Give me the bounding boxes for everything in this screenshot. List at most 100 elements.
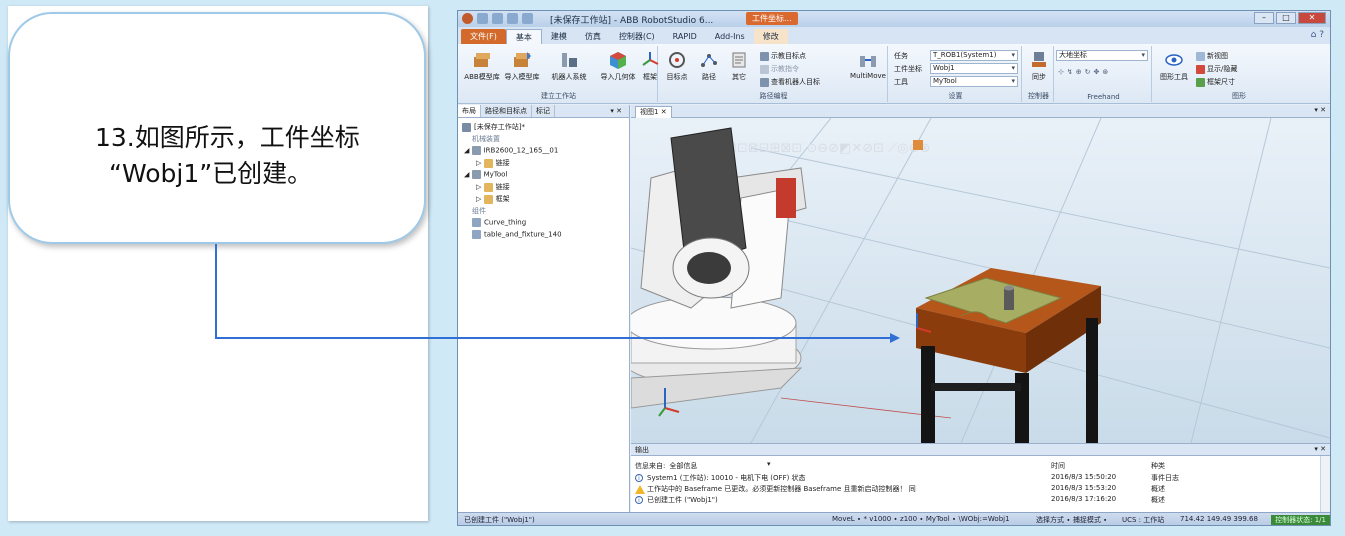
app-orb-icon[interactable] — [462, 13, 473, 24]
task-select[interactable]: T_ROB1(System1) — [930, 50, 1018, 61]
tab-modeling[interactable]: 建模 — [542, 29, 576, 44]
info-icon: i — [635, 496, 643, 504]
tree-node-frames[interactable]: ▷ 框架 — [476, 194, 510, 204]
output-close-icon[interactable]: ▾ ✕ — [1314, 445, 1326, 453]
graphics-tools-button[interactable]: 图形工具 — [1156, 50, 1192, 82]
ribbon: ABB模型库 导入模型库 机器人系统 导入几何体 框架 建立工作站 目标点 路径… — [458, 44, 1330, 104]
status-move-settings[interactable]: MoveL ∙ * v1000 ∙ z100 ∙ MyTool ∙ \WObj:… — [832, 515, 1010, 523]
folder-icon — [483, 182, 493, 192]
undo-icon[interactable] — [492, 13, 503, 24]
tab-home[interactable]: 基本 — [505, 29, 542, 44]
group-graphics: 图形工具 新视图 显示/隐藏 框架尺寸 图形 — [1154, 46, 1324, 102]
output-row[interactable]: i 已创建工件 ("Wobj1") 2016/8/3 17:16:20 概述 — [631, 495, 1330, 506]
tab-layout[interactable]: 布局 — [458, 105, 481, 117]
other-button[interactable]: 其它 — [722, 50, 756, 82]
group-build-station: ABB模型库 导入模型库 机器人系统 导入几何体 框架 建立工作站 — [460, 46, 659, 102]
station-icon — [462, 122, 471, 132]
robot-system-icon — [562, 53, 577, 67]
tree-node-robot[interactable]: ◢ IRB2600_12_165__01 — [464, 146, 558, 155]
abb-library-button[interactable]: ABB模型库 — [462, 50, 502, 82]
tree-node-mytool[interactable]: ◢ MyTool — [464, 170, 507, 179]
view-pane-menu-icon[interactable]: ▾ ✕ — [1314, 106, 1326, 114]
tab-tags[interactable]: 标记 — [532, 105, 555, 117]
redo-icon[interactable] — [507, 13, 518, 24]
tab-modify[interactable]: 修改 — [753, 29, 788, 44]
teach-instruction-button[interactable]: 示教指令 — [760, 64, 799, 74]
new-view-button[interactable]: 新视图 — [1196, 51, 1228, 61]
tab-rapid[interactable]: RAPID — [664, 29, 706, 44]
output-title: 输出 — [635, 446, 649, 454]
view-toolbar[interactable]: ⊞⊡⊠⊟⊞⊠⊡ ⊙⊖⊘◩✕⊘⊡ ⟋◎⊕⊗ — [726, 141, 930, 156]
tool-label: 工具 — [894, 78, 908, 86]
group-label-graphics: 图形 — [1232, 92, 1246, 100]
target-button[interactable]: 目标点 — [660, 50, 694, 82]
output-row[interactable]: i System1 (工作站): 10010 - 电机下电 (OFF) 状态 2… — [631, 473, 1330, 484]
tab-view1[interactable]: 视图1 ✕ — [635, 106, 672, 118]
workobject-select[interactable]: Wobj1 — [930, 63, 1018, 74]
robot-icon — [471, 146, 481, 155]
frame-button[interactable]: 框架 — [638, 50, 662, 82]
robot-system-button[interactable]: 机器人系统 — [546, 50, 592, 82]
window-title: [未保存工作站] - ABB RobotStudio 6... — [550, 16, 714, 26]
help-icon[interactable]: ⌂ ? — [1311, 30, 1324, 40]
group-controller: 同步 控制器 — [1024, 46, 1054, 102]
quick-access-toolbar — [462, 13, 533, 24]
frame-size-button[interactable]: 框架尺寸 — [1196, 77, 1235, 87]
tree-node-station[interactable]: [未保存工作站]* — [462, 122, 525, 132]
save-icon[interactable] — [477, 13, 488, 24]
task-label: 任务 — [894, 52, 908, 60]
multimove-icon — [860, 56, 876, 67]
show-hide-button[interactable]: 显示/隐藏 — [1196, 64, 1237, 74]
tab-controller[interactable]: 控制器(C) — [610, 29, 664, 44]
callout-line-2: “Wobj1”已创建。 — [109, 159, 313, 188]
output-filter[interactable]: 信息来自: 全部信息 — [635, 461, 697, 471]
minimize-button[interactable]: – — [1254, 12, 1274, 24]
group-path-programming: 目标点 路径 其它 示教目标点 示教指令 查看机器人目标 MultiMove 路… — [660, 46, 888, 102]
tab-simulation[interactable]: 仿真 — [576, 29, 610, 44]
path-button[interactable]: 路径 — [692, 50, 726, 82]
col-time-header: 时间 — [1051, 462, 1065, 470]
multimove-button[interactable]: MultiMove — [846, 50, 890, 80]
part-icon — [472, 218, 481, 227]
tab-addins[interactable]: Add-Ins — [706, 29, 754, 44]
window-controls: – □ ✕ — [1254, 12, 1326, 24]
status-bar: 已创建工件 ("Wobj1") MoveL ∙ * v1000 ∙ z100 ∙… — [458, 512, 1330, 525]
group-label-freehand: Freehand — [1087, 93, 1120, 101]
tree-node-curve-thing[interactable]: Curve_thing — [472, 218, 526, 227]
import-library-button[interactable]: 导入模型库 — [502, 50, 542, 82]
tree-node-table-fixture[interactable]: table_and_fixture_140 — [472, 230, 562, 239]
cube-icon — [610, 52, 626, 69]
reference-frame-select[interactable]: 大地坐标 — [1056, 50, 1148, 61]
snap-icon[interactable] — [913, 140, 923, 150]
tree-node-robot-links[interactable]: ▷ 链接 — [476, 158, 510, 168]
freehand-tools[interactable]: ⊹↯⊕↻✥⊛ — [1058, 68, 1111, 76]
teach-target-button[interactable]: 示教目标点 — [760, 51, 806, 61]
tree-node-tool-links[interactable]: ▷ 链接 — [476, 182, 510, 192]
tool-select[interactable]: MyTool — [930, 76, 1018, 87]
sync-icon — [1032, 52, 1046, 67]
other-icon — [732, 52, 746, 68]
customize-icon[interactable] — [522, 13, 533, 24]
sync-button[interactable]: 同步 — [1024, 50, 1054, 82]
ribbon-tabs: 文件(F) 基本 建模 仿真 控制器(C) RAPID Add-Ins 修改 ⌂… — [458, 27, 1330, 44]
status-selection-mode[interactable]: 选择方式 ∙ 捕捉模式 ∙ — [1036, 515, 1107, 525]
tab-file[interactable]: 文件(F) — [461, 29, 506, 44]
import-geometry-button[interactable]: 导入几何体 — [596, 50, 640, 82]
maximize-button[interactable]: □ — [1276, 12, 1296, 24]
chevron-down-icon[interactable]: ▾ — [767, 460, 771, 468]
browser-tabs: 布局 路径和目标点 标记 ▾ ✕ — [458, 105, 629, 118]
frame-size-icon — [1196, 77, 1205, 87]
frame-icon — [642, 52, 659, 66]
close-button[interactable]: ✕ — [1298, 12, 1326, 24]
view-target-icon — [760, 77, 769, 87]
folder-icon — [483, 158, 493, 168]
context-tab-label: 工件坐标... — [746, 12, 798, 25]
view-robot-target-button[interactable]: 查看机器人目标 — [760, 77, 820, 87]
3d-viewport[interactable]: ⊞⊡⊠⊟⊞⊠⊡ ⊙⊖⊘◩✕⊘⊡ ⟋◎⊕⊗ — [631, 118, 1330, 443]
output-scrollbar[interactable] — [1320, 456, 1330, 514]
group-label-settings: 设置 — [948, 92, 963, 100]
pane-close-icon[interactable]: ▾ ✕ — [606, 105, 626, 117]
title-bar: [未保存工作站] - ABB RobotStudio 6... 工件坐标... … — [458, 11, 1330, 27]
tab-paths-targets[interactable]: 路径和目标点 — [481, 105, 532, 117]
output-row[interactable]: 工作站中的 Baseframe 已更改。必须更新控制器 Baseframe 且重… — [631, 484, 1330, 495]
